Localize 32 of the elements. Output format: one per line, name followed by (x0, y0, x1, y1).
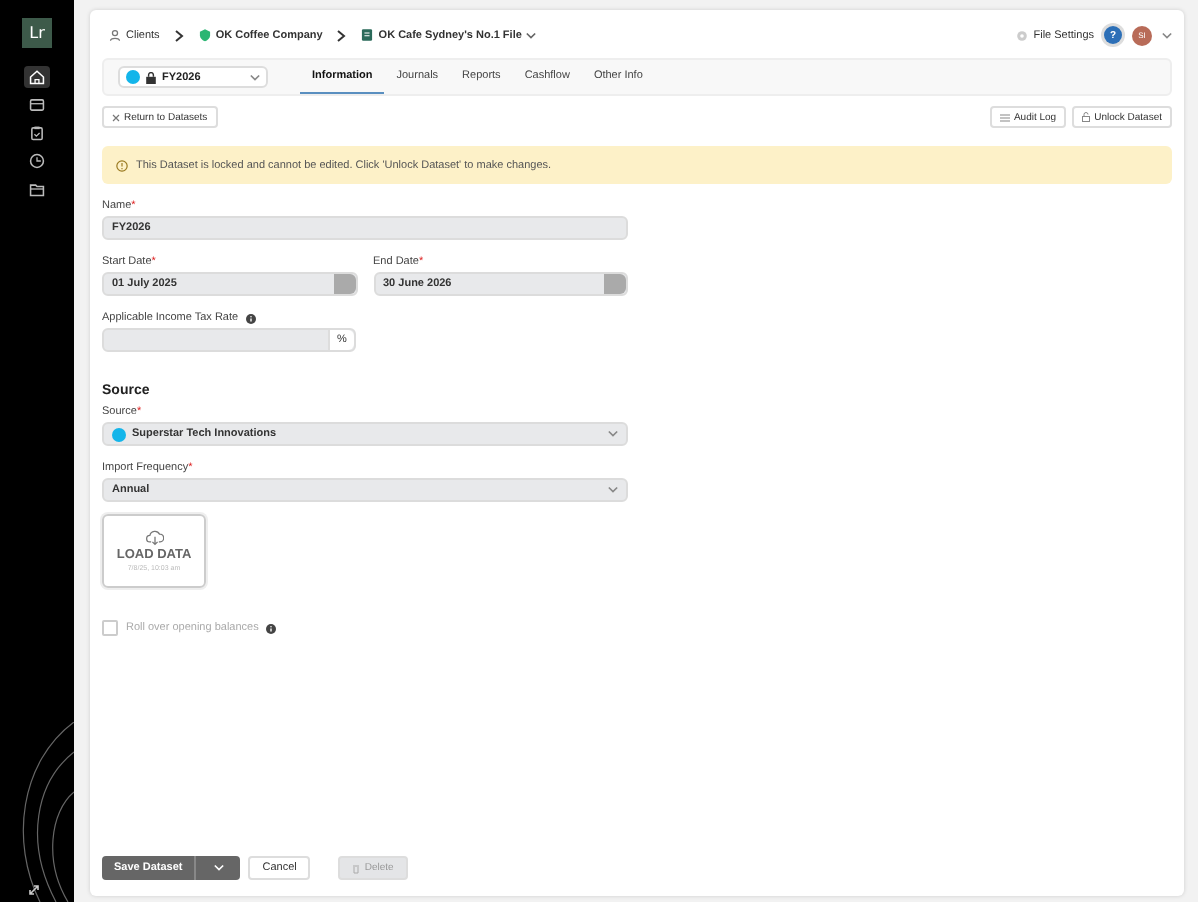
list-icon (999, 113, 1010, 121)
caret-icon (213, 864, 224, 872)
caret-icon (250, 73, 260, 81)
sidebar-item[interactable] (24, 66, 50, 88)
logo-icon (112, 427, 126, 441)
info-icon (246, 313, 257, 323)
lock-icon (1082, 112, 1091, 122)
caret-icon (608, 430, 618, 438)
app-logo[interactable]: Lr (22, 18, 52, 48)
home-icon (28, 68, 46, 86)
folder-icon (28, 180, 46, 198)
sidebar-item[interactable] (24, 94, 50, 116)
expand-icon[interactable] (28, 884, 40, 896)
close-icon (112, 113, 120, 121)
caret-icon (525, 31, 536, 39)
card-icon (28, 96, 46, 114)
caret-icon (1162, 31, 1172, 39)
sidebar-item[interactable] (24, 150, 50, 172)
cloud-download-icon (145, 530, 163, 546)
clock-icon (28, 152, 46, 170)
clipboard-icon (28, 124, 46, 142)
sidebar-item[interactable] (24, 178, 50, 200)
logo-icon (126, 70, 140, 84)
shield-icon (197, 28, 212, 42)
warning-icon (116, 159, 128, 171)
caret-icon (608, 486, 618, 494)
info-icon (266, 623, 277, 633)
people-icon (108, 28, 122, 42)
chevron-icon (173, 29, 184, 41)
checkbox[interactable] (102, 620, 118, 636)
chevron-icon (336, 29, 347, 41)
file-icon (360, 28, 375, 42)
